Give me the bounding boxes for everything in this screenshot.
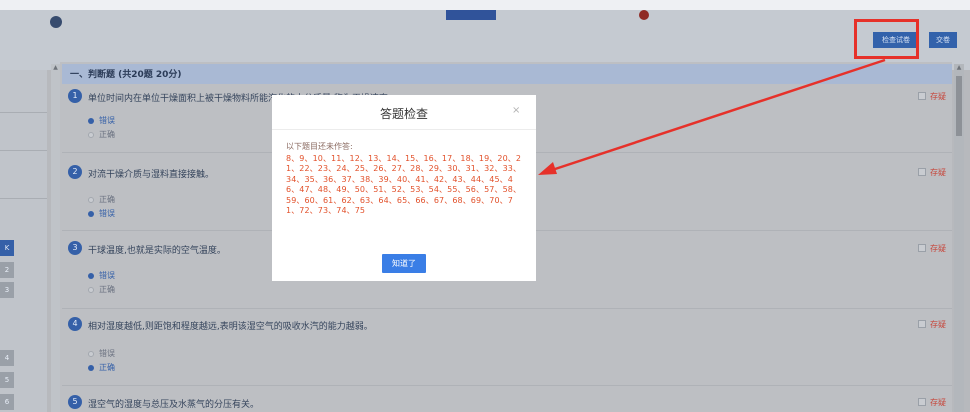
arrow-line xyxy=(545,58,886,174)
arrow-head xyxy=(538,162,557,175)
annotation-arrow xyxy=(538,58,886,175)
